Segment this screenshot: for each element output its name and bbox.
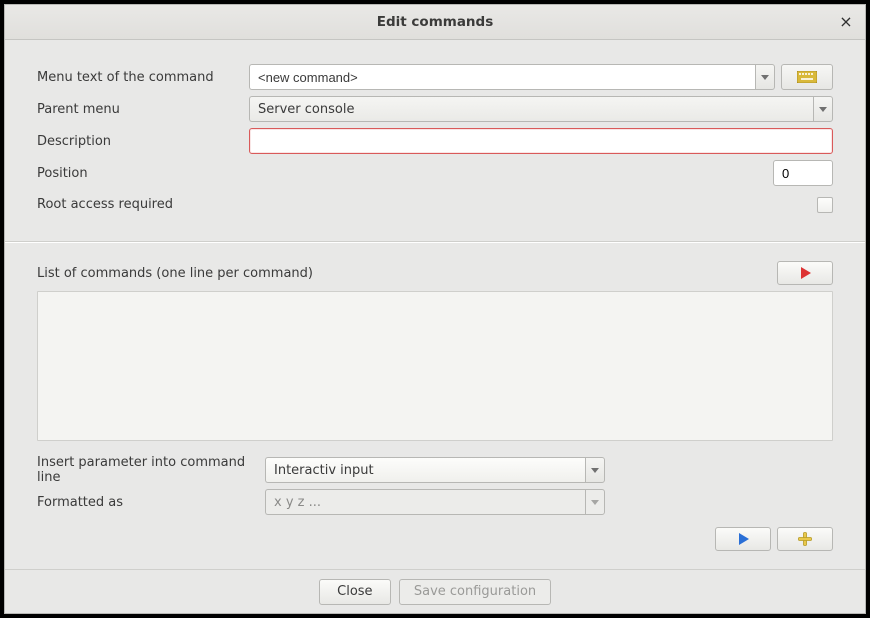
upper-section: Menu text of the command xyxy=(5,40,865,241)
close-icon[interactable]: × xyxy=(837,15,855,33)
dialog-body: Menu text of the command xyxy=(5,40,865,613)
row-parent-menu: Parent menu Server console xyxy=(37,96,833,122)
chevron-down-icon xyxy=(761,73,769,81)
menu-text-dropdown-button[interactable] xyxy=(755,64,775,90)
plus-icon xyxy=(798,532,812,546)
row-insert-param: Insert parameter into command line Inter… xyxy=(37,455,833,485)
titlebar: Edit commands × xyxy=(5,5,865,40)
label-insert-param: Insert parameter into command line xyxy=(37,455,265,485)
close-button[interactable]: Close xyxy=(319,579,391,605)
param-action-row xyxy=(37,527,833,551)
commands-textarea[interactable] xyxy=(37,291,833,441)
keyboard-icon xyxy=(797,71,817,83)
row-menu-text: Menu text of the command xyxy=(37,64,833,90)
chevron-down-icon xyxy=(591,498,599,506)
label-position: Position xyxy=(37,166,249,181)
label-menu-text: Menu text of the command xyxy=(37,70,249,85)
position-input[interactable] xyxy=(773,160,833,186)
menu-text-input[interactable] xyxy=(249,64,755,90)
insert-play-button[interactable] xyxy=(715,527,771,551)
parent-menu-dropdown-button[interactable] xyxy=(813,96,833,122)
label-parent-menu: Parent menu xyxy=(37,102,249,117)
run-commands-button[interactable] xyxy=(777,261,833,285)
commands-header: List of commands (one line per command) xyxy=(37,261,833,285)
window-title: Edit commands xyxy=(377,14,494,30)
row-description: Description xyxy=(37,128,833,154)
chevron-down-icon xyxy=(819,105,827,113)
formatted-as-dropdown-button xyxy=(585,489,605,515)
root-access-checkbox[interactable] xyxy=(817,197,833,213)
keyboard-button[interactable] xyxy=(781,64,833,90)
button-bar: Close Save configuration xyxy=(5,569,865,613)
insert-param-select[interactable]: Interactiv input xyxy=(265,457,605,483)
insert-param-dropdown-button[interactable] xyxy=(585,457,605,483)
row-root-access: Root access required xyxy=(37,192,833,217)
play-blue-icon xyxy=(737,533,749,545)
label-list-commands: List of commands (one line per command) xyxy=(37,266,777,281)
chevron-down-icon xyxy=(591,466,599,474)
row-formatted-as: Formatted as x y z ... xyxy=(37,489,833,515)
formatted-as-value: x y z ... xyxy=(265,489,585,515)
save-configuration-button: Save configuration xyxy=(399,579,551,605)
play-red-icon xyxy=(799,267,811,279)
label-description: Description xyxy=(37,134,249,149)
insert-param-value: Interactiv input xyxy=(265,457,585,483)
add-param-button[interactable] xyxy=(777,527,833,551)
lower-section: List of commands (one line per command) … xyxy=(5,243,865,569)
parent-menu-select[interactable]: Server console xyxy=(249,96,833,122)
edit-commands-dialog: Edit commands × Menu text of the command xyxy=(4,4,866,614)
parent-menu-value: Server console xyxy=(249,96,813,122)
menu-text-combo[interactable] xyxy=(249,64,775,90)
label-root-access: Root access required xyxy=(37,197,249,212)
formatted-as-select: x y z ... xyxy=(265,489,605,515)
label-formatted-as: Formatted as xyxy=(37,495,265,510)
row-position: Position xyxy=(37,160,833,186)
description-input[interactable] xyxy=(249,128,833,154)
